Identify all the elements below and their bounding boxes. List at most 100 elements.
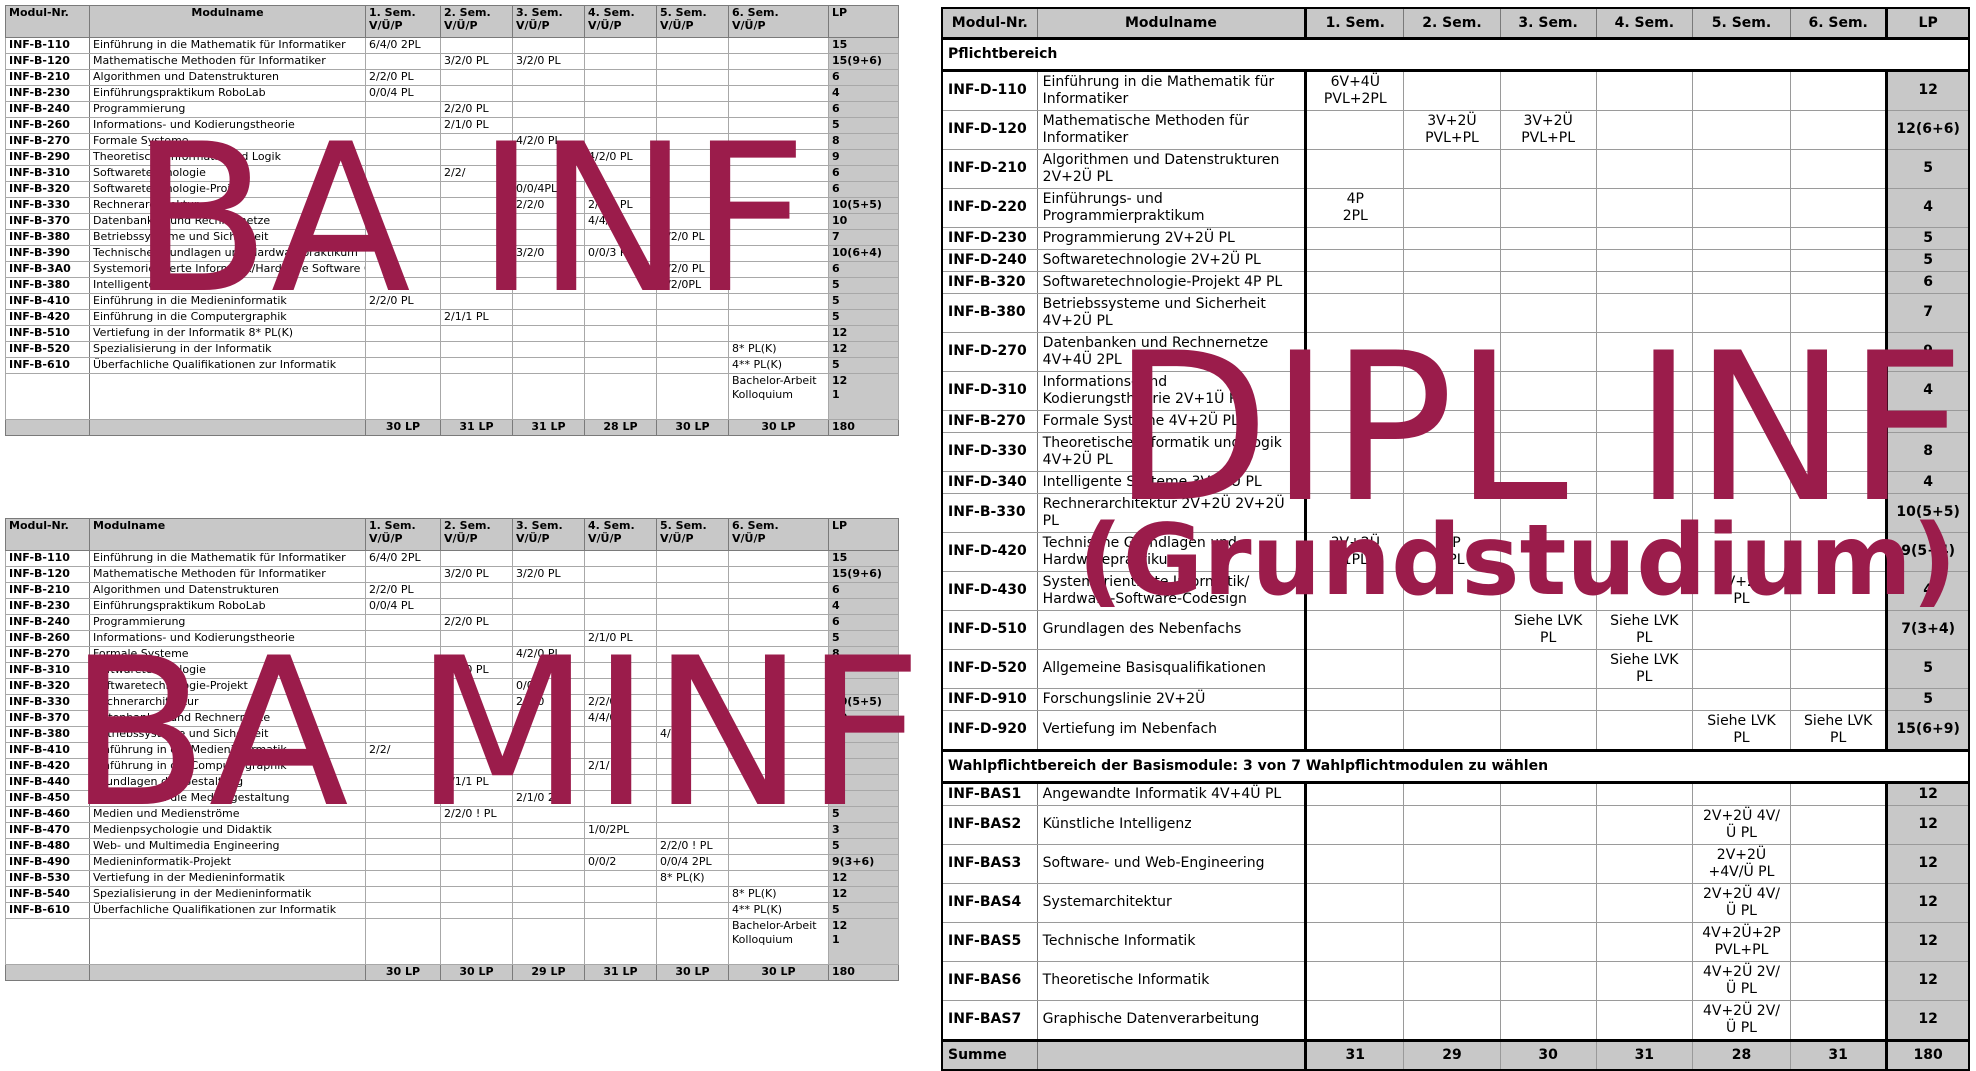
semester-cell: [1499, 69, 1597, 111]
semester-cell: [365, 710, 441, 727]
credit-points: 5: [828, 630, 899, 647]
semester-cell: [512, 662, 585, 679]
module-name: Web- und Multimedia Engineering: [89, 838, 366, 855]
semester-cell: [1595, 804, 1693, 845]
credit-points: 8: [828, 133, 899, 150]
semester-cell: 6/4/0 2PL: [365, 37, 441, 54]
semester-cell: [728, 742, 829, 759]
semester-cell: [1691, 470, 1792, 494]
semester-cell: [365, 117, 441, 134]
module-code: INF-B-110: [5, 550, 90, 567]
credit-points: 6: [1885, 270, 1970, 294]
semester-cell: [656, 550, 729, 567]
semester-sum: 31 LP: [512, 419, 585, 436]
semester-cell: [584, 678, 657, 695]
semester-cell: [512, 854, 585, 871]
semester-cell: [365, 325, 441, 342]
column-header: 2. Sem. V/Ü/P: [440, 5, 513, 38]
credit-points: 6: [828, 678, 899, 695]
semester-cell: [1790, 331, 1888, 372]
semester-cell: [440, 149, 513, 166]
semester-cell: [656, 774, 729, 791]
ba-inf-header-row: Modul-Nr. Modulname 1. Sem. V/Ü/P 2. Sem. V/Ü…: [5, 5, 899, 38]
semester-cell: [1595, 248, 1693, 272]
module-code: INF-BAS7: [941, 999, 1038, 1041]
semester-cell: [1403, 882, 1501, 923]
semester-cell: [584, 261, 657, 278]
module-row: INF-B-510 Vertiefung in der Informatik 8*…: [5, 325, 899, 342]
semester-cell: 4V+2Ü+2P PVL+PL: [1691, 921, 1792, 962]
semester-cell: [1691, 492, 1792, 533]
module-code: INF-B-3A0: [5, 261, 90, 278]
module-code: INF-B-260: [5, 630, 90, 647]
semester-cell: 0/0/2: [584, 854, 657, 871]
empty-cell: [440, 918, 513, 965]
module-name: Vertiefung in der Informatik 8* PL(K): [89, 325, 366, 342]
module-row: INF-D-430 Systemorientierte Informatik/ H…: [941, 570, 1970, 611]
module-name: Softwaretechnologie-Projekt 4P PL: [1036, 270, 1307, 294]
credit-points: 9(3+6): [828, 854, 899, 871]
module-name: Systemarchitektur: [1036, 882, 1307, 923]
semester-cell: 2/1/1 PL: [440, 309, 513, 326]
credit-points: 10(5+5): [828, 694, 899, 711]
credit-points: 4: [1885, 470, 1970, 494]
sum-label: Summe: [941, 1038, 1038, 1071]
semester-cell: [1595, 69, 1693, 111]
semester-cell: 2/2/0 PL: [656, 261, 729, 278]
semester-cell: [512, 758, 585, 775]
semester-cell: [656, 69, 729, 86]
semester-cell: 0/0/4 PL: [365, 85, 441, 102]
semester-cell: [440, 902, 513, 919]
semester-cell: [1595, 709, 1693, 751]
module-name: Softwaretechnologie-Projekt: [89, 181, 366, 198]
module-name: Theoretische Informatik und Logik 4V+2Ü …: [1036, 431, 1307, 472]
semester-cell: 2/1/: [584, 758, 657, 775]
semester-cell: 8* PL(K): [656, 870, 729, 887]
column-header: Modulname: [89, 518, 366, 551]
empty-cell: [440, 373, 513, 420]
module-code: INF-B-470: [5, 822, 90, 839]
semester-cell: [1403, 921, 1501, 962]
semester-cell: [584, 357, 657, 374]
semester-cell: [365, 614, 441, 631]
semester-cell: [656, 566, 729, 583]
semester-cell: 6/4/0 2PL: [365, 550, 441, 567]
semester-cell: [584, 566, 657, 583]
semester-cell: [1691, 226, 1792, 250]
empty-cell: [89, 918, 366, 965]
module-code: INF-B-380: [5, 277, 90, 294]
empty-cell: [89, 964, 366, 981]
semester-cell: [440, 758, 513, 775]
semester-sum: 30 LP: [365, 419, 441, 436]
module-row: INF-B-330 Rechnerarchitektur 2/2/0 2/2/0 PL…: [5, 197, 899, 214]
semester-cell: [1691, 148, 1792, 189]
dipl-inf-table: Modul-Nr. Modulname 1. Sem. 2. Sem. 3. Sem. 4…: [941, 7, 1970, 1071]
module-name: Intelligente Systeme: [89, 277, 366, 294]
thesis-credit-points: 12 1: [828, 918, 899, 965]
semester-cell: [512, 277, 585, 294]
credit-points: 4: [828, 598, 899, 615]
semester-cell: [440, 325, 513, 342]
semester-cell: [728, 854, 829, 871]
semester-cell: [728, 197, 829, 214]
semester-cell: [1304, 431, 1405, 472]
empty-cell: [584, 373, 657, 420]
semester-cell: [728, 566, 829, 583]
semester-cell: [365, 790, 441, 807]
module-code: INF-B-610: [5, 902, 90, 919]
semester-cell: [1790, 69, 1888, 111]
semester-cell: [440, 245, 513, 262]
semester-cell: 4/2/0 PL: [584, 149, 657, 166]
sum-row: Summe 31 29 30 31 28 31 180: [941, 1038, 1970, 1071]
semester-cell: 3V+2Ü 1PL: [1304, 531, 1405, 572]
module-code: INF-D-120: [941, 109, 1038, 150]
semester-sum: 28: [1691, 1038, 1792, 1071]
section-title: Pflichtbereich: [941, 36, 1970, 72]
module-code: INF-B-330: [5, 197, 90, 214]
semester-cell: [1499, 248, 1597, 272]
credit-points: 5: [828, 806, 899, 823]
semester-cell: Siehe LVK PL: [1499, 609, 1597, 650]
credit-points: 15(9+6): [828, 53, 899, 70]
semester-cell: [512, 37, 585, 54]
module-code: INF-B-390: [5, 245, 90, 262]
